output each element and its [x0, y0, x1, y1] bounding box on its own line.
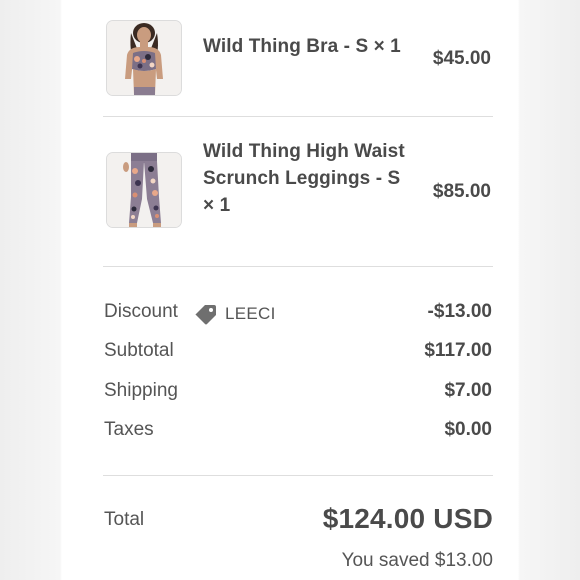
- product-thumbnail-bra: [106, 20, 182, 96]
- discount-code: LEECI: [225, 304, 276, 323]
- taxes-value: $0.00: [444, 419, 492, 440]
- discount-row: Discount LEECI -$13.00: [104, 301, 493, 327]
- line-item: Wild Thing High Waist Scrunch Leggings -…: [105, 135, 493, 245]
- page-background: Wild Thing Bra - S × 1 $45.00 Wild Thing…: [0, 0, 580, 580]
- taxes-label: Taxes: [104, 419, 154, 440]
- item-price: $45.00: [432, 48, 491, 69]
- sports-bra-photo: [107, 21, 181, 95]
- shipping-label: Shipping: [104, 380, 178, 401]
- subtotal-row: Subtotal $117.00: [104, 340, 493, 366]
- divider: [103, 266, 493, 267]
- leggings-photo: [107, 153, 181, 227]
- taxes-row: Taxes $0.00: [104, 419, 493, 445]
- line-item: Wild Thing Bra - S × 1 $45.00: [105, 20, 493, 98]
- tag-icon: [195, 305, 216, 325]
- total-label: Total: [104, 509, 145, 530]
- shipping-row: Shipping $7.00: [104, 380, 493, 406]
- subtotal-value: $117.00: [424, 340, 492, 361]
- shipping-value: $7.00: [444, 380, 492, 401]
- item-name: Wild Thing Bra - S × 1: [203, 36, 401, 57]
- discount-code-badge: LEECI: [194, 301, 276, 327]
- savings-text: You saved $13.00: [341, 550, 493, 571]
- discount-label: Discount: [104, 301, 178, 322]
- subtotal-label: Subtotal: [104, 340, 174, 361]
- divider: [103, 475, 493, 476]
- total-value: $124.00 USD: [322, 503, 493, 534]
- divider: [103, 116, 493, 117]
- item-name: Wild Thing High Waist Scrunch Leggings -…: [203, 141, 405, 216]
- product-thumbnail-leggings: [106, 152, 182, 228]
- order-summary-card: Wild Thing Bra - S × 1 $45.00 Wild Thing…: [62, 0, 518, 580]
- item-price: $85.00: [432, 181, 491, 202]
- discount-value: -$13.00: [427, 301, 492, 322]
